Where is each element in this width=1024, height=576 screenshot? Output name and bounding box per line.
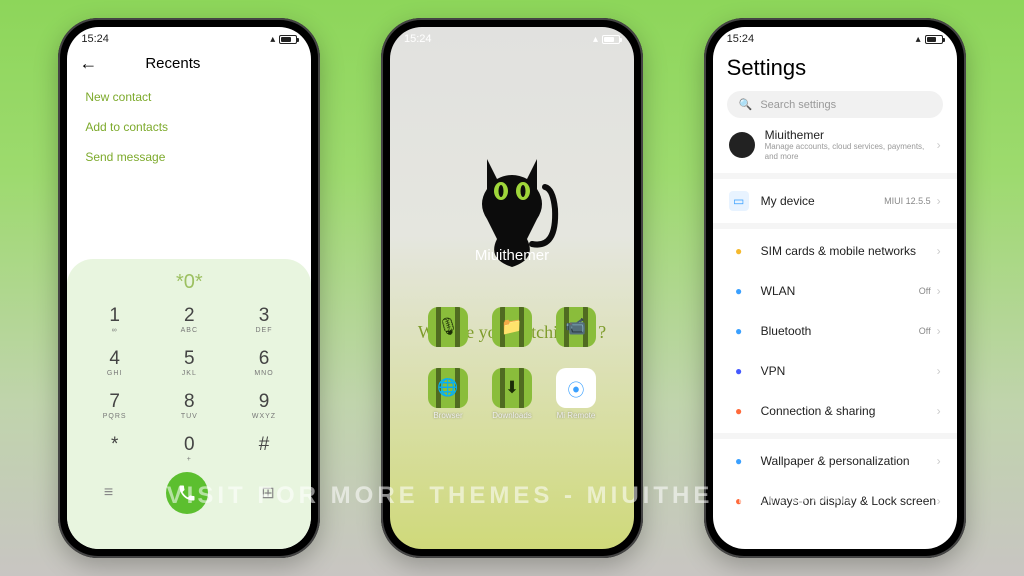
status-time: 15:24 bbox=[404, 33, 432, 45]
battery-icon bbox=[279, 35, 297, 44]
signal-icon: ▴ bbox=[270, 34, 275, 45]
device-icon: ▭ bbox=[729, 191, 749, 211]
my-device-value: MIUI 12.5.5 bbox=[884, 196, 931, 206]
chevron-right-icon: › bbox=[937, 244, 941, 258]
menu-icon[interactable]: ≡ bbox=[104, 484, 113, 502]
call-button[interactable] bbox=[166, 472, 208, 514]
account-name: Miuithemer bbox=[765, 128, 937, 142]
status-bar: 15:24 ▴ bbox=[713, 27, 957, 47]
bt-icon: ● bbox=[729, 321, 749, 341]
my-device-row[interactable]: ▭ My device MIUI 12.5.5 › bbox=[727, 181, 943, 221]
key-5[interactable]: 5JKL bbox=[152, 343, 227, 382]
chevron-right-icon: › bbox=[937, 454, 941, 468]
app-Downloads[interactable]: ⬇Downloads bbox=[492, 368, 532, 420]
brand-text: Miuithemer bbox=[475, 247, 549, 264]
menu-send-message[interactable]: Send message bbox=[85, 142, 293, 172]
phone-dialer: 15:24 ▴ ← Recents New contact Add to con… bbox=[58, 18, 320, 558]
signal-icon: ▴ bbox=[916, 34, 921, 45]
status-bar: 15:24 ▴ bbox=[390, 27, 634, 47]
status-icons: ▴ bbox=[916, 34, 943, 45]
key-6[interactable]: 6MNO bbox=[227, 343, 302, 382]
app-icon[interactable]: 🎙 bbox=[428, 307, 468, 350]
wall-icon: ● bbox=[729, 451, 749, 471]
status-time: 15:24 bbox=[727, 33, 755, 45]
app-Browser[interactable]: 🌐Browser bbox=[428, 368, 468, 420]
dialpad: *0* 1∞2ABC3DEF 4GHI5JKL6MNO 7PQRS8TUV9WXYZ… bbox=[67, 259, 311, 549]
key-8[interactable]: 8TUV bbox=[152, 386, 227, 425]
account-sub: Manage accounts, cloud services, payment… bbox=[765, 142, 937, 161]
settings-row-bt[interactable]: ●BluetoothOff› bbox=[727, 311, 943, 351]
key-#[interactable]: # bbox=[227, 429, 302, 468]
chevron-right-icon: › bbox=[937, 284, 941, 298]
chevron-right-icon: › bbox=[937, 324, 941, 338]
key-1[interactable]: 1∞ bbox=[77, 300, 152, 339]
status-icons: ▴ bbox=[270, 34, 297, 45]
status-time: 15:24 bbox=[81, 33, 109, 45]
chevron-right-icon: › bbox=[937, 194, 941, 208]
sim-icon: ● bbox=[729, 241, 749, 261]
chevron-right-icon: › bbox=[937, 494, 941, 508]
app-icon[interactable]: 📹 bbox=[556, 307, 596, 350]
battery-icon bbox=[602, 35, 620, 44]
action-menu: New contact Add to contacts Send message bbox=[67, 82, 311, 172]
keypad-icon[interactable]: ⊞ bbox=[261, 483, 274, 503]
search-placeholder: Search settings bbox=[760, 99, 836, 111]
chevron-right-icon: › bbox=[937, 404, 941, 418]
battery-icon bbox=[925, 35, 943, 44]
search-icon: 🔍 bbox=[739, 98, 753, 111]
phone-icon bbox=[177, 483, 197, 503]
avatar bbox=[729, 132, 755, 158]
vpn-icon: ● bbox=[729, 361, 749, 381]
dialed-number: *0* bbox=[77, 271, 301, 294]
status-bar: 15:24 ▴ bbox=[67, 27, 311, 47]
search-input[interactable]: 🔍 Search settings bbox=[727, 91, 943, 118]
key-*[interactable]: * bbox=[77, 429, 152, 468]
signal-icon: ▴ bbox=[593, 34, 598, 45]
back-icon[interactable]: ← bbox=[79, 53, 97, 74]
key-3[interactable]: 3DEF bbox=[227, 300, 302, 339]
settings-title: Settings bbox=[727, 55, 943, 81]
chevron-right-icon: › bbox=[937, 138, 941, 152]
wifi-icon: ● bbox=[729, 281, 749, 301]
menu-add-contacts[interactable]: Add to contacts bbox=[85, 112, 293, 142]
account-row[interactable]: Miuithemer Manage accounts, cloud servic… bbox=[727, 118, 943, 171]
page-title: Recents bbox=[145, 55, 200, 72]
phone-settings: 15:24 ▴ Settings 🔍 Search settings Miuit… bbox=[704, 18, 966, 558]
phone-home: 15:24 ▴ Miuithemer What're you watching … bbox=[381, 18, 643, 558]
key-9[interactable]: 9WXYZ bbox=[227, 386, 302, 425]
settings-row-share[interactable]: ●Connection & sharing› bbox=[727, 391, 943, 431]
key-0[interactable]: 0+ bbox=[152, 429, 227, 468]
key-7[interactable]: 7PQRS bbox=[77, 386, 152, 425]
key-4[interactable]: 4GHI bbox=[77, 343, 152, 382]
settings-row-vpn[interactable]: ●VPN› bbox=[727, 351, 943, 391]
lock-icon: ● bbox=[729, 491, 749, 511]
settings-row-wifi[interactable]: ●WLANOff› bbox=[727, 271, 943, 311]
menu-new-contact[interactable]: New contact bbox=[85, 82, 293, 112]
chevron-right-icon: › bbox=[937, 364, 941, 378]
status-icons: ▴ bbox=[593, 34, 620, 45]
settings-row-lock[interactable]: ●Always-on display & Lock screen› bbox=[727, 481, 943, 521]
key-2[interactable]: 2ABC bbox=[152, 300, 227, 339]
settings-row-wall[interactable]: ●Wallpaper & personalization› bbox=[727, 441, 943, 481]
share-icon: ● bbox=[729, 401, 749, 421]
my-device-label: My device bbox=[761, 194, 884, 208]
app-Mi Remote[interactable]: ⦿Mi Remote bbox=[556, 368, 596, 420]
settings-row-sim[interactable]: ●SIM cards & mobile networks› bbox=[727, 231, 943, 271]
app-icon[interactable]: 📁 bbox=[492, 307, 532, 350]
